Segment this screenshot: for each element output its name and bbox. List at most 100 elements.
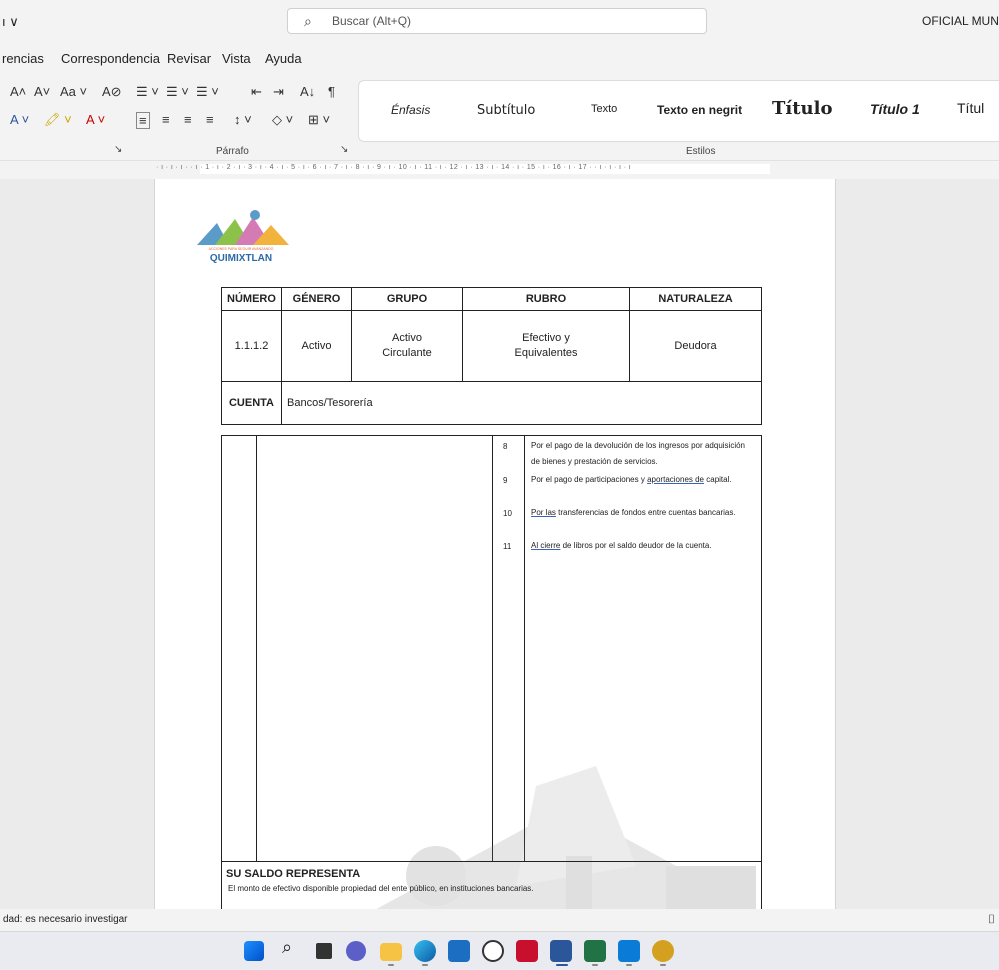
header-grupo: GRUPO xyxy=(351,287,463,311)
accessibility-status[interactable]: dad: es necesario investigar xyxy=(3,914,128,925)
ribbon: A˄ A˅ Aa ˅ A⊘ ☰ ˅ ☰ ˅ ☰ ˅ ⇤ ⇥ A↓ ¶ A ˅ 🖍… xyxy=(0,72,999,161)
show-marks-button[interactable]: ¶ xyxy=(328,84,335,99)
cuenta-value: Bancos/Tesorería xyxy=(281,381,762,425)
bullets-button[interactable]: ☰ ˅ xyxy=(136,84,159,100)
title-fragment[interactable]: ı ∨ xyxy=(2,14,19,30)
cell-numero: 1.1.1.2 xyxy=(221,310,282,382)
store-icon[interactable] xyxy=(448,940,470,962)
highlight-button[interactable]: 🖍 ˅ xyxy=(44,112,72,128)
cell-rubro-text: Efectivo y Equivalentes xyxy=(514,332,578,359)
paragraph-group-launcher-icon[interactable]: ↘ xyxy=(340,144,348,155)
ruler[interactable]: · ı · ı · ı · · ı · 1 · ı · 2 · ı · 3 · … xyxy=(0,161,999,179)
file-explorer-icon[interactable] xyxy=(380,943,402,961)
increase-indent-button[interactable]: ⇥ xyxy=(273,84,284,100)
shading-button[interactable]: ◇ ˅ xyxy=(272,112,293,128)
item-number: 8 xyxy=(503,442,508,451)
font-color-button[interactable]: A ˅ xyxy=(86,112,105,127)
align-right-button[interactable]: ≡ xyxy=(184,112,192,127)
style-subtitulo[interactable]: Subtítulo xyxy=(477,103,535,118)
style-titulo-1[interactable]: Título 1 xyxy=(870,101,920,117)
search-icon[interactable]: ⌕ xyxy=(282,937,304,959)
running-indicator xyxy=(626,964,632,966)
search-box[interactable]: ⌕ Buscar (Alt+Q) xyxy=(287,8,707,34)
ruler-marks: · ı · ı · ı · · ı · 1 · ı · 2 · ı · 3 · … xyxy=(156,164,632,171)
active-indicator xyxy=(556,964,568,966)
item-text: Por el pago de participaciones y aportac… xyxy=(531,472,745,488)
multilevel-button[interactable]: ☰ ˅ xyxy=(196,84,219,100)
line-spacing-button[interactable]: ↕ ˅ xyxy=(234,112,252,127)
word-icon[interactable] xyxy=(550,940,572,962)
focus-icon[interactable]: ⌷ xyxy=(988,912,995,927)
item-text-part: transferencias de fondos entre cuentas b… xyxy=(555,508,736,517)
running-indicator xyxy=(660,964,666,966)
cell-genero: Activo xyxy=(281,310,352,382)
item-text: Por el pago de la devolución de los ingr… xyxy=(531,441,745,466)
logo-tagline: ACCIONES PARA SEGUIR AVANZANDO xyxy=(208,247,274,251)
item-text: Por las transferencias de fondos entre c… xyxy=(531,505,745,521)
document-workspace[interactable]: ACCIONES PARA SEGUIR AVANZANDO QUIMIXTLA… xyxy=(0,179,999,909)
menu-vista[interactable]: Vista xyxy=(222,51,251,66)
title-bar: ı ∨ ⌕ Buscar (Alt+Q) OFICIAL MUNIC xyxy=(0,0,999,44)
align-center-button[interactable]: ≡ xyxy=(162,112,170,127)
sort-button[interactable]: A↓ xyxy=(300,84,315,99)
grow-font-button[interactable]: A˄ xyxy=(10,84,26,99)
windows-start-icon[interactable] xyxy=(244,941,264,961)
movies-icon[interactable] xyxy=(618,940,640,962)
cell-grupo-text: Activo Circulante xyxy=(382,332,432,359)
saldo-text: El monto de efectivo disponible propieda… xyxy=(228,884,534,893)
shrink-font-button[interactable]: A˅ xyxy=(34,84,50,99)
item-text-part: Por el pago de participaciones y xyxy=(531,475,648,484)
align-left-button[interactable]: ≡ xyxy=(136,112,150,129)
edge-icon[interactable] xyxy=(414,940,436,962)
font-group-launcher-icon[interactable]: ↘ xyxy=(114,144,122,155)
running-indicator xyxy=(388,964,394,966)
style-titulo-more[interactable]: Títul xyxy=(957,100,984,116)
column-divider xyxy=(256,436,257,861)
item-number: 11 xyxy=(503,542,512,551)
item-text-part: capital. xyxy=(704,475,732,484)
paragraph-group-label: Párrafo xyxy=(216,146,249,157)
dell-icon[interactable] xyxy=(482,940,504,962)
decrease-indent-button[interactable]: ⇤ xyxy=(251,84,262,100)
style-titulo[interactable]: Título xyxy=(772,98,832,119)
justify-button[interactable]: ≡ xyxy=(206,112,214,127)
app-icon[interactable] xyxy=(652,940,674,962)
document-page[interactable]: ACCIONES PARA SEGUIR AVANZANDO QUIMIXTLA… xyxy=(154,179,836,909)
status-bar: dad: es necesario investigar ⌷ xyxy=(0,909,999,931)
mcafee-icon[interactable] xyxy=(516,940,538,962)
search-placeholder: Buscar (Alt+Q) xyxy=(332,14,412,28)
running-indicator xyxy=(592,964,598,966)
styles-group-label: Estilos xyxy=(686,146,716,157)
saldo-heading: SU SALDO REPRESENTA xyxy=(226,868,361,880)
search-icon: ⌕ xyxy=(304,13,312,29)
chat-icon[interactable] xyxy=(346,941,366,961)
running-indicator xyxy=(422,964,428,966)
item-text: Al cierre de libros por el saldo deudor … xyxy=(531,538,745,554)
style-enfasis[interactable]: Énfasis xyxy=(391,103,430,117)
item-text-underlined: Por las xyxy=(531,508,556,517)
item-text-underlined: aportaciones de xyxy=(647,475,705,484)
menu-referencias[interactable]: rencias xyxy=(2,51,44,66)
logo-name: QUIMIXTLAN xyxy=(209,253,273,264)
cuenta-label: CUENTA xyxy=(221,381,282,425)
item-text-underlined: Al cierre xyxy=(531,541,561,550)
header-naturaleza: NATURALEZA xyxy=(629,287,762,311)
account-header-table: NÚMERO GÉNERO GRUPO RUBRO NATURALEZA 1.1… xyxy=(221,287,762,425)
clear-format-button[interactable]: A⊘ xyxy=(102,84,122,100)
document-title-fragment: OFICIAL MUNIC xyxy=(922,14,999,28)
numbering-button[interactable]: ☰ ˅ xyxy=(166,84,189,100)
style-texto[interactable]: Texto xyxy=(591,103,617,115)
text-effects-button[interactable]: A ˅ xyxy=(10,112,29,127)
task-view-icon[interactable] xyxy=(316,943,332,959)
menu-revisar[interactable]: Revisar xyxy=(167,51,211,66)
item-number: 10 xyxy=(503,509,512,518)
header-genero: GÉNERO xyxy=(281,287,352,311)
cell-naturaleza: Deudora xyxy=(629,310,762,382)
style-texto-negrita[interactable]: Texto en negrit xyxy=(657,103,742,117)
menu-ayuda[interactable]: Ayuda xyxy=(265,51,302,66)
cell-grupo: Activo Circulante xyxy=(351,310,463,382)
excel-icon[interactable] xyxy=(584,940,606,962)
menu-correspondencia[interactable]: Correspondencia xyxy=(61,51,160,66)
borders-button[interactable]: ⊞ ˅ xyxy=(308,112,330,128)
change-case-button[interactable]: Aa ˅ xyxy=(60,84,87,99)
